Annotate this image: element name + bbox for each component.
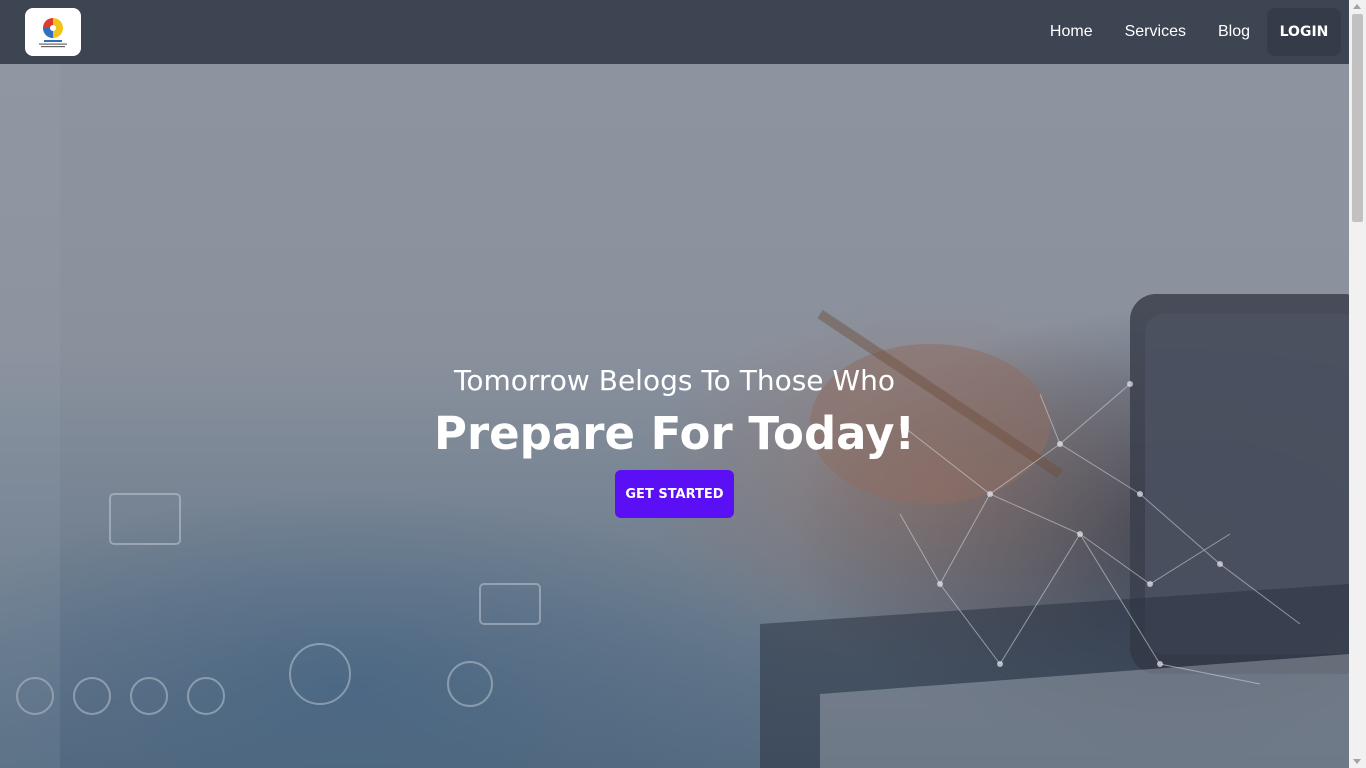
nav-blog-link[interactable]: Blog	[1202, 23, 1266, 41]
scroll-down-icon[interactable]	[1353, 759, 1361, 764]
hero-content: Tomorrow Belogs To Those Who Prepare For…	[0, 64, 1349, 768]
nav-home-link[interactable]: Home	[1034, 23, 1109, 41]
nav-services-link[interactable]: Services	[1109, 23, 1202, 41]
scrollbar-thumb[interactable]	[1352, 14, 1363, 222]
site-logo[interactable]	[25, 8, 81, 56]
hero-subtitle: Tomorrow Belogs To Those Who	[454, 364, 895, 397]
top-navbar: Home Services Blog LOGIN	[0, 0, 1349, 64]
nav-links: Home Services Blog LOGIN	[1034, 8, 1341, 56]
hero-title: Prepare For Today!	[433, 407, 916, 460]
login-button[interactable]: LOGIN	[1267, 8, 1341, 56]
page-scrollbar[interactable]	[1349, 0, 1366, 768]
logo-text-mark	[39, 40, 67, 48]
scroll-up-icon[interactable]	[1353, 4, 1361, 9]
get-started-button[interactable]: GET STARTED	[615, 470, 734, 518]
logo-mark-icon	[43, 18, 63, 38]
hero-section: Tomorrow Belogs To Those Who Prepare For…	[0, 64, 1349, 768]
